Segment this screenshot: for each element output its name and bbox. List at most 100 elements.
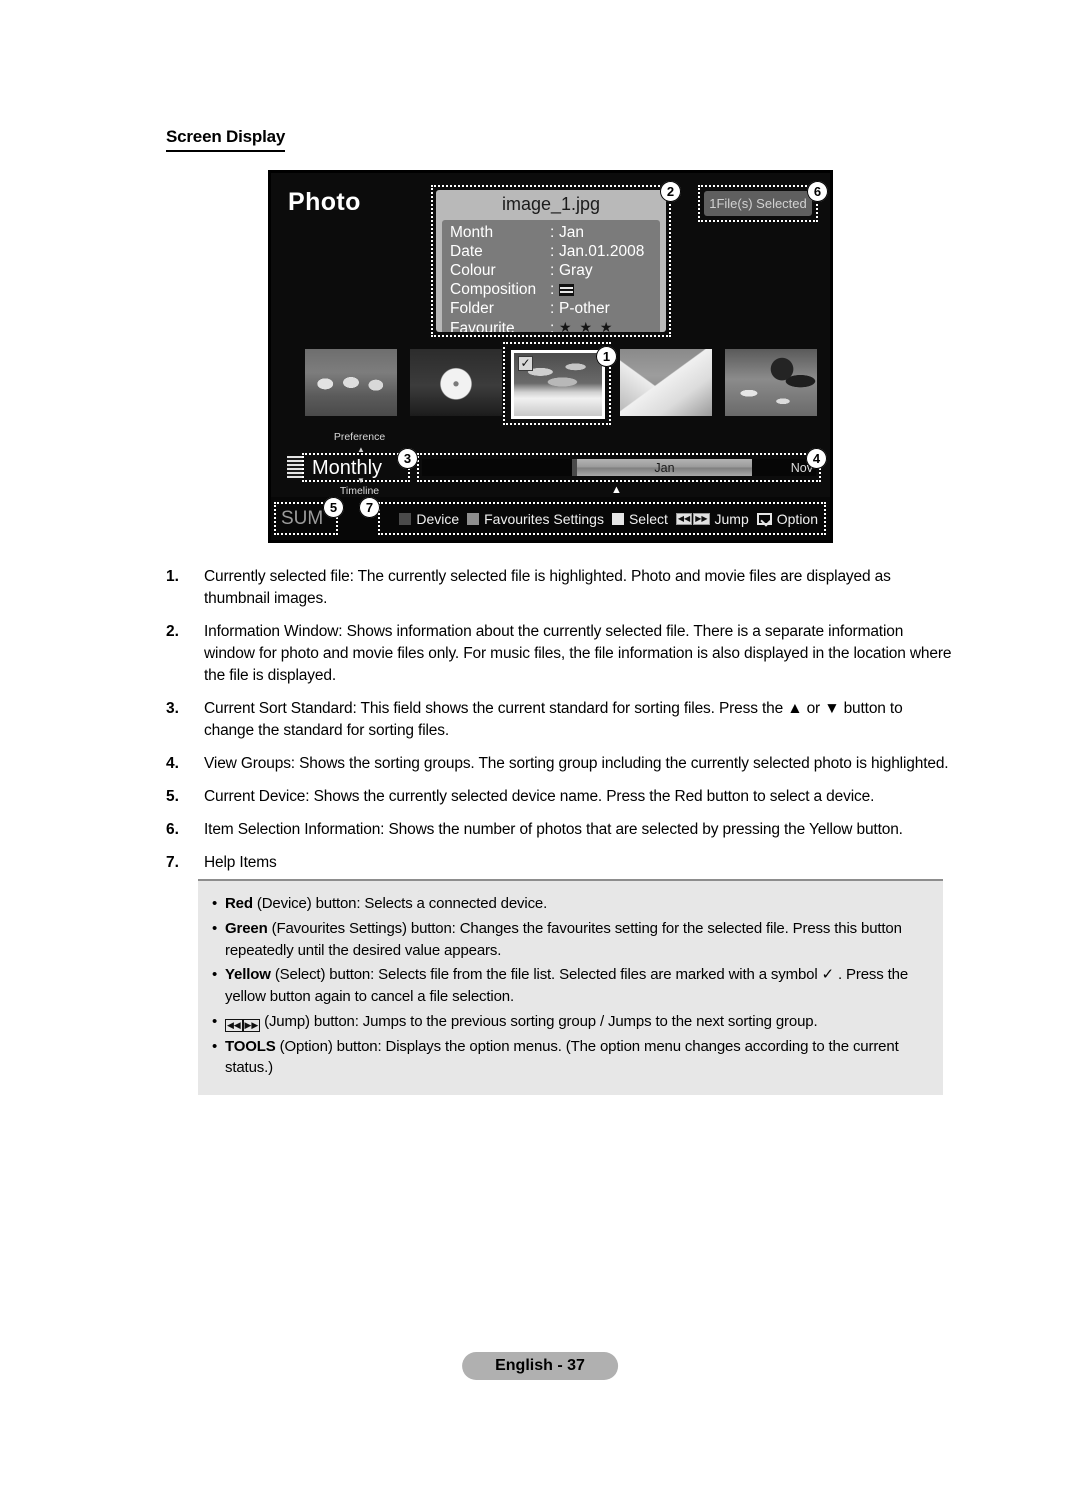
info-row: Month : Jan [442,223,660,242]
information-window: image_1.jpg Month : Jan Date : Jan.01.20… [436,190,666,332]
info-value: P-other [559,300,610,318]
help-item-select[interactable]: Select [611,510,668,527]
callout-3: 3 [397,448,418,469]
help-box-rest: (Device) button: Selects a connected dev… [252,895,548,912]
bullet-icon: • [212,895,218,912]
view-group-marker-icon: ▲ [611,484,622,496]
tv-screen-inner: Photo image_1.jpg Month : Jan Date : Jan… [271,173,830,540]
page-title: Screen Display [166,127,285,152]
fast-forward-icon: ▶▶ [693,512,710,525]
thumbnail-item[interactable] [620,349,712,416]
description-item: 4. View Groups: Shows the sorting groups… [166,753,956,775]
thumbnail-item[interactable] [410,349,502,416]
sort-bars-icon [287,456,303,478]
help-item-device[interactable]: Device [399,511,459,527]
help-items-box: • Red (Device) button: Selects a connect… [198,879,943,1095]
info-value [559,280,660,299]
tv-bottom-bar: SUM 5 Device Favourites Settings Select [271,497,830,540]
info-row: Colour : Gray [442,261,660,280]
help-item-label: Select [628,510,668,527]
current-sort-standard-value[interactable]: Monthly [312,457,382,480]
bullet-icon: • [212,966,218,984]
thumbnail-item[interactable] [725,349,817,416]
help-item-label: Favourites Settings [484,510,604,527]
photo-sheep-image [305,349,397,416]
help-box-item-jump: • ◀◀ ▶▶ (Jump) button: Jumps to the previ… [212,1011,929,1033]
view-group-active[interactable]: Jan [577,459,752,476]
bullet-icon: • [212,1012,218,1030]
callout-5: 5 [323,497,344,518]
info-row: Favourite : ★ ★ ★ [442,319,660,332]
sort-timeline-label: Timeline [339,485,380,497]
current-device-name: SUM [281,508,324,529]
help-box-keyword: Yellow [225,966,271,984]
help-item-label: Device [416,510,460,527]
view-groups-track[interactable]: Jan Nov [422,459,816,476]
help-box-rest: (Option) button: Displays the option men… [225,1037,899,1077]
bullet-icon: • [212,1037,218,1055]
selection-count-badge: 1File(s) Selected [704,191,812,216]
selection-info-callout: 1File(s) Selected [698,185,818,222]
help-item-option[interactable]: Option [756,510,818,527]
description-number: 7. [166,854,179,871]
info-filename: image_1.jpg [501,194,601,214]
help-box-item-tools: • TOOLS (Option) button: Displays the op… [212,1036,929,1080]
thumbnail-item[interactable] [305,349,397,416]
help-item-label: Option [776,510,818,527]
help-box-rest: (Jump) button: Jumps to the previous sor… [260,1012,818,1030]
info-value: Gray [559,261,593,279]
information-window-callout: image_1.jpg Month : Jan Date : Jan.01.20… [431,185,671,337]
description-text: Current Sort Standard: This field shows … [204,700,903,739]
info-label: Colour [450,261,496,279]
help-box-text: ◀◀ ▶▶ (Jump) button: Jumps to the previou… [225,1011,929,1033]
info-colon: : [550,242,555,260]
page-footer-badge: English - 37 [462,1352,618,1380]
view-group-empty [422,459,572,476]
help-box-keyword: TOOLS [225,1037,276,1055]
favourite-stars-icon: ★ ★ ★ [559,318,615,332]
info-label: Month [450,223,494,241]
description-item: 6. Item Selection Information: Shows the… [166,819,956,841]
jump-icons: ◀◀ ▶▶ [675,512,710,525]
description-text: Help Items [204,854,277,871]
description-text: Current Device: Shows the currently sele… [204,788,875,805]
description-item: 5. Current Device: Shows the currently s… [166,786,956,808]
sort-preference-label: Preference [333,431,386,443]
description-list: 1. Currently selected file: The currentl… [166,566,956,885]
help-box-item-red: • Red (Device) button: Selects a connect… [212,893,929,915]
help-item-jump[interactable]: ◀◀ ▶▶ Jump [675,511,749,527]
description-item: 1. Currently selected file: The currentl… [166,566,956,610]
description-number: 1. [166,568,179,585]
description-item: 7. Help Items [166,852,956,874]
info-row: Folder : P-other [442,299,660,318]
view-groups-callout: Jan Nov [417,453,821,482]
help-box-text: Green (Favourites Settings) button: Chan… [225,918,929,962]
green-square-icon [467,512,480,525]
help-box-item-yellow: • Yellow (Select) button: Selects file f… [212,964,929,1008]
info-row: Date : Jan.01.2008 [442,242,660,261]
selected-file-callout: ✓ [503,342,611,425]
info-rows: Month : Jan Date : Jan.01.2008 Colour : … [442,219,660,332]
info-value: Jan.01.2008 [559,242,645,260]
fast-forward-icon: ▶▶ [242,1018,261,1032]
info-colon: : [550,319,555,332]
help-item-favourites-settings[interactable]: Favourites Settings [467,511,604,527]
info-colon: : [550,300,555,318]
description-number: 4. [166,755,179,772]
callout-2: 2 [660,181,681,202]
info-label: Date [450,242,483,260]
help-box-keyword: Red [225,895,253,912]
info-label: Composition [450,281,537,299]
description-number: 3. [166,700,179,717]
photo-mountain-image [620,349,712,416]
help-box-rest: (Favourites Settings) button: Changes th… [225,919,902,959]
info-colon: : [550,261,555,279]
thumbnail-item-selected[interactable]: ✓ [511,350,605,419]
info-label: Favourite [450,319,515,332]
current-sort-standard-callout: Monthly [302,453,410,482]
yellow-square-icon [611,512,624,525]
photo-flower-image [410,349,502,416]
tv-screen-mock: Photo image_1.jpg Month : Jan Date : Jan… [268,170,833,543]
sort-and-groups-zone: Preference ▲ Monthly 3 ▼ Timeline Jan No… [271,431,830,503]
help-box-rest: (Select) button: Selects file from the f… [225,966,909,1005]
